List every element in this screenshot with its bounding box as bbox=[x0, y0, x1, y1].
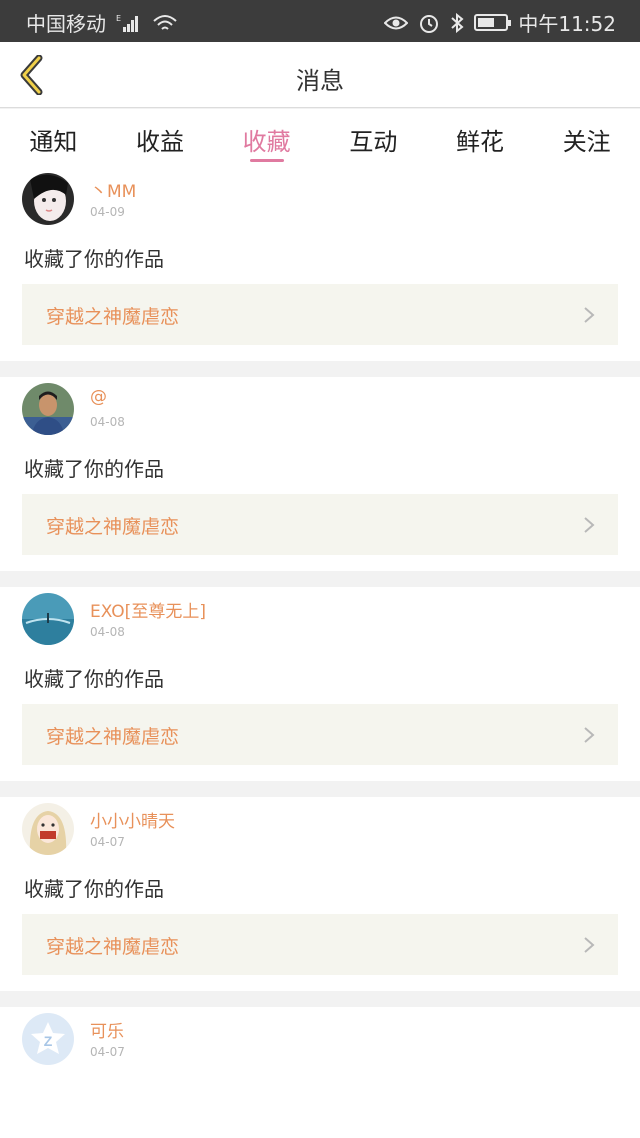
default-avatar-icon: Z bbox=[22, 1013, 74, 1065]
list-item: @ 04-08 收藏了你的作品 穿越之神魔虐恋 bbox=[0, 377, 640, 571]
avatar[interactable] bbox=[22, 383, 74, 435]
avatar[interactable] bbox=[22, 593, 74, 645]
svg-text:E: E bbox=[116, 14, 121, 23]
user-name[interactable]: 小小小晴天 bbox=[90, 807, 175, 832]
avatar[interactable] bbox=[22, 803, 74, 855]
tab-bar: 通知 收益 收藏 互动 鲜花 关注 bbox=[0, 109, 640, 167]
message-date: 04-08 bbox=[90, 415, 125, 429]
tab-notice[interactable]: 通知 bbox=[0, 109, 107, 167]
user-name[interactable]: EXO[至尊无上] bbox=[90, 597, 206, 622]
work-title: 穿越之神魔虐恋 bbox=[46, 726, 180, 748]
nav-bar: 消息 bbox=[0, 42, 640, 108]
action-text: 收藏了你的作品 bbox=[24, 247, 164, 271]
work-link[interactable]: 穿越之神魔虐恋 bbox=[22, 494, 618, 555]
alarm-icon bbox=[420, 14, 439, 33]
message-date: 04-09 bbox=[90, 205, 125, 219]
user-name[interactable]: 可乐 bbox=[90, 1017, 124, 1042]
user-photo-icon bbox=[22, 803, 74, 855]
svg-text:Z: Z bbox=[44, 1033, 53, 1049]
chevron-right-icon bbox=[584, 727, 595, 743]
chevron-right-icon bbox=[584, 517, 595, 533]
work-link[interactable]: 穿越之神魔虐恋 bbox=[22, 914, 618, 975]
user-name[interactable]: @ bbox=[90, 387, 107, 407]
user-photo-icon bbox=[22, 593, 74, 645]
status-right: 中午11:52 bbox=[384, 8, 616, 37]
avatar[interactable]: Z bbox=[22, 1013, 74, 1065]
chevron-right-icon bbox=[584, 307, 595, 323]
work-title: 穿越之神魔虐恋 bbox=[46, 306, 180, 328]
tab-follow[interactable]: 关注 bbox=[533, 109, 640, 167]
chevron-right-icon bbox=[584, 937, 595, 953]
action-text: 收藏了你的作品 bbox=[24, 667, 164, 691]
carrier-label: 中国移动 bbox=[26, 12, 106, 36]
status-bar: 中国移动 E 中午11:52 bbox=[0, 0, 640, 42]
list-item: 丶MM 04-09 收藏了你的作品 穿越之神魔虐恋 bbox=[0, 167, 640, 361]
action-text: 收藏了你的作品 bbox=[24, 457, 164, 481]
list-item: Z 可乐 04-07 bbox=[0, 1007, 640, 1138]
work-title: 穿越之神魔虐恋 bbox=[46, 516, 180, 538]
user-photo-icon bbox=[22, 173, 74, 225]
tab-flowers[interactable]: 鲜花 bbox=[427, 109, 534, 167]
signal-icon: E bbox=[116, 14, 138, 32]
message-list: 丶MM 04-09 收藏了你的作品 穿越之神魔虐恋 @ 04-08 收藏了你的作… bbox=[0, 167, 640, 1138]
bluetooth-icon bbox=[451, 12, 464, 33]
status-left: 中国移动 E bbox=[26, 8, 178, 37]
eye-icon bbox=[384, 16, 409, 29]
clock: 中午11:52 bbox=[518, 12, 616, 36]
tab-interaction[interactable]: 互动 bbox=[320, 109, 427, 167]
work-link[interactable]: 穿越之神魔虐恋 bbox=[22, 284, 618, 345]
user-photo-icon bbox=[22, 383, 74, 435]
battery-icon bbox=[474, 14, 512, 31]
list-item: EXO[至尊无上] 04-08 收藏了你的作品 穿越之神魔虐恋 bbox=[0, 587, 640, 781]
tab-favorites[interactable]: 收藏 bbox=[213, 109, 320, 167]
page-title: 消息 bbox=[296, 67, 344, 95]
message-date: 04-07 bbox=[90, 835, 125, 849]
avatar[interactable] bbox=[22, 173, 74, 225]
tab-earnings[interactable]: 收益 bbox=[107, 109, 214, 167]
work-title: 穿越之神魔虐恋 bbox=[46, 936, 180, 958]
list-item: 小小小晴天 04-07 收藏了你的作品 穿越之神魔虐恋 bbox=[0, 797, 640, 991]
message-date: 04-07 bbox=[90, 1045, 125, 1059]
action-text: 收藏了你的作品 bbox=[24, 877, 164, 901]
message-date: 04-08 bbox=[90, 625, 125, 639]
wifi-icon bbox=[153, 14, 177, 30]
user-name[interactable]: 丶MM bbox=[90, 177, 136, 202]
work-link[interactable]: 穿越之神魔虐恋 bbox=[22, 704, 618, 765]
